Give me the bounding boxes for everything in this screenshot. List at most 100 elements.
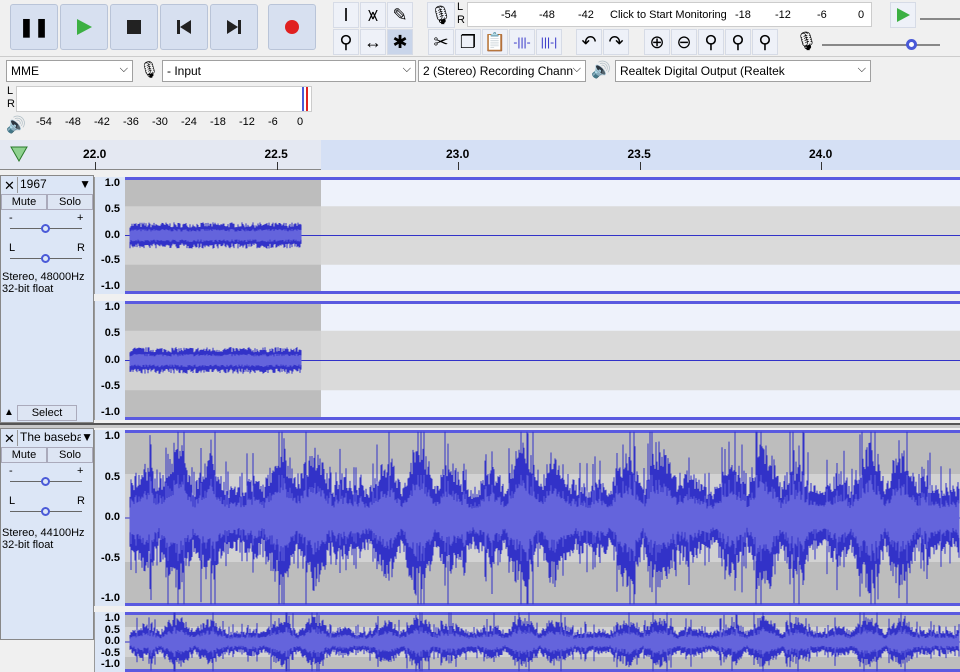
zoom-toggle-button[interactable]: ⚲ xyxy=(752,29,778,55)
zoom-in-icon: ⊕ xyxy=(649,31,665,52)
chevron-down-icon: ⌵ xyxy=(572,63,581,75)
selection-tool[interactable]: I xyxy=(333,2,359,28)
meter-r: R xyxy=(457,14,465,26)
start-monitoring-prompt[interactable]: Click to Start Monitoring xyxy=(610,9,727,21)
pause-button[interactable]: ❚❚ xyxy=(10,4,58,50)
play-button[interactable] xyxy=(60,4,108,50)
envelope-tool[interactable]: ⩙ xyxy=(360,2,386,28)
redo-button[interactable]: ↷ xyxy=(603,29,629,55)
gain-minus: - xyxy=(9,465,13,477)
input-device-select[interactable]: - Input ⌵ xyxy=(162,60,416,82)
track-1-control-panel[interactable]: ✕ 1967 ▼ Mute Solo - + L R Stereo, 48000H… xyxy=(0,175,94,423)
cut-button[interactable]: ✂ xyxy=(428,29,454,55)
copy-button[interactable]: ❐ xyxy=(455,29,481,55)
track-2-control-panel[interactable]: ✕ The baseball ▼ Mute Solo - + L R Stereo… xyxy=(0,428,94,640)
stop-button[interactable] xyxy=(110,4,158,50)
vertical-ruler[interactable]: 1.0 0.5 0.0 -0.5 -1.0 xyxy=(94,177,125,294)
stop-icon xyxy=(127,20,141,34)
paste-button[interactable]: 📋 xyxy=(482,29,508,55)
waveform-channel[interactable] xyxy=(125,177,960,294)
zoom-tool[interactable]: ⚲ xyxy=(333,29,359,55)
tick: -54 xyxy=(36,116,52,128)
output-device-select[interactable]: Realtek Digital Output (Realtek ⌵ xyxy=(615,60,871,82)
timeline-ruler[interactable]: 22.0 22.5 23.0 23.5 24.0 xyxy=(0,140,960,170)
close-track-icon[interactable]: ✕ xyxy=(4,178,15,194)
amplitude-label: 0.5 xyxy=(104,470,120,483)
mute-button[interactable]: Mute xyxy=(1,194,47,210)
amplitude-label: 1.0 xyxy=(104,301,120,313)
record-button[interactable] xyxy=(268,4,316,50)
meter-l: L xyxy=(7,85,14,97)
silence-button[interactable]: |||-| xyxy=(536,29,562,55)
zoom-toggle-icon: ⚲ xyxy=(758,31,772,52)
vertical-ruler[interactable]: 1.0 0.5 0.0 -0.5 -1.0 xyxy=(94,430,125,606)
time-tick-label: 23.0 xyxy=(446,147,470,161)
pan-l: L xyxy=(9,242,16,254)
select-track-button[interactable]: Select xyxy=(17,405,77,421)
pan-slider[interactable] xyxy=(10,254,82,263)
pause-icon: ❚❚ xyxy=(18,16,50,37)
timeshift-tool[interactable]: ↔ xyxy=(360,29,386,55)
pan-slider[interactable] xyxy=(10,507,82,516)
channels-select[interactable]: 2 (Stereo) Recording Chann ⌵ xyxy=(418,60,586,82)
play-head-triangle-icon[interactable] xyxy=(10,146,28,162)
record-meter[interactable]: -54 -48 -42 Click to Start Monitoring -1… xyxy=(467,2,872,27)
track-bit-depth: 32-bit float xyxy=(2,539,54,551)
waveform-channel[interactable] xyxy=(125,430,960,606)
play-speed-slider[interactable] xyxy=(920,18,960,20)
scissors-icon: ✂ xyxy=(433,31,449,52)
record-meter-button[interactable]: 🎙 xyxy=(427,2,455,28)
record-icon xyxy=(285,20,299,34)
skip-end-button[interactable] xyxy=(210,4,258,50)
solo-button[interactable]: Solo xyxy=(47,447,93,463)
close-track-icon[interactable]: ✕ xyxy=(4,431,15,447)
track-name-menu[interactable]: 1967 ▼ xyxy=(17,177,94,193)
fit-project-button[interactable]: ⚲ xyxy=(725,29,751,55)
undo-button[interactable]: ↶ xyxy=(576,29,602,55)
pan-r: R xyxy=(77,242,85,254)
play-at-speed-button[interactable] xyxy=(890,2,916,28)
waveform-channel[interactable] xyxy=(125,612,960,672)
zoom-in-button[interactable]: ⊕ xyxy=(644,29,670,55)
solo-button[interactable]: Solo xyxy=(47,194,93,210)
zoom-out-button[interactable]: ⊖ xyxy=(671,29,697,55)
slider-thumb[interactable] xyxy=(906,39,917,50)
tick: -18 xyxy=(210,116,226,128)
asterisk-icon: ✱ xyxy=(392,31,408,52)
zoom-out-icon: ⊖ xyxy=(676,31,692,52)
fit-selection-button[interactable]: ⚲ xyxy=(698,29,724,55)
gain-slider[interactable] xyxy=(10,477,82,486)
collapse-icon[interactable]: ▲ xyxy=(4,407,14,418)
skip-end-icon xyxy=(227,20,241,34)
vertical-ruler[interactable]: 1.0 0.5 0.0 -0.5 -1.0 xyxy=(94,301,125,420)
playback-meter[interactable] xyxy=(16,86,312,112)
skip-start-button[interactable] xyxy=(160,4,208,50)
waveform-channel[interactable] xyxy=(125,301,960,420)
track-name: The baseball xyxy=(20,430,89,444)
host-select[interactable]: MME ⌵ xyxy=(6,60,133,82)
silence-icon: |||-| xyxy=(540,35,558,49)
amplitude-label: 0.5 xyxy=(104,202,120,215)
track-bit-depth: 32-bit float xyxy=(2,283,54,295)
tick: 0 xyxy=(297,116,304,128)
amplitude-label: -1.0 xyxy=(101,592,120,604)
record-volume-slider[interactable] xyxy=(822,39,940,50)
envelope-icon: ⩙ xyxy=(367,4,379,25)
trim-button[interactable]: -|||- xyxy=(509,29,535,55)
draw-tool[interactable]: ✎ xyxy=(387,2,413,28)
amplitude-label: 1.0 xyxy=(104,612,120,624)
channels-value: 2 (Stereo) Recording Chann xyxy=(423,64,574,78)
track-format: Stereo, 48000Hz xyxy=(2,271,85,283)
pan-r: R xyxy=(77,495,85,507)
redo-icon: ↷ xyxy=(608,31,624,52)
mute-button[interactable]: Mute xyxy=(1,447,47,463)
gain-slider[interactable] xyxy=(10,224,82,233)
tick: -6 xyxy=(268,116,278,128)
multi-tool[interactable]: ✱ xyxy=(387,29,413,55)
clipboard-icon: 📋 xyxy=(483,31,507,52)
track-name-menu[interactable]: The baseball ▼ xyxy=(17,430,94,446)
amplitude-label: 0.5 xyxy=(104,327,120,340)
chevron-down-icon: ⌵ xyxy=(119,63,128,75)
input-value: - Input xyxy=(167,64,202,78)
vertical-ruler[interactable]: 1.0 0.5 0.0 -0.5 -1.0 xyxy=(94,612,125,672)
